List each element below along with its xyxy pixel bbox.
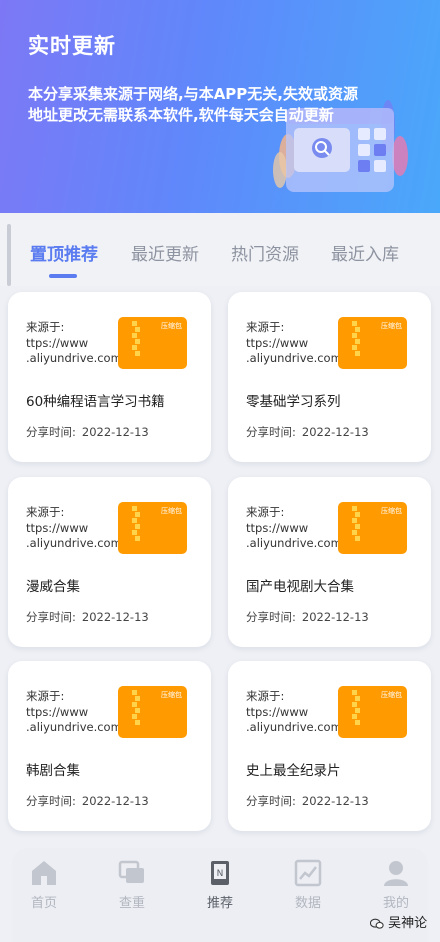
- tab-scroll-indicator: [7, 224, 11, 286]
- resource-card[interactable]: 来源于: ttps://www .aliyundrive.com 压缩包史上最全纪录片…: [228, 661, 431, 831]
- source-text: 来源于: ttps://www .aliyundrive.com: [26, 505, 122, 550]
- source-text: 来源于: ttps://www .aliyundrive.com: [26, 689, 122, 734]
- zip-archive-icon: 压缩包: [118, 317, 187, 369]
- resource-name: 国产电视剧大合集: [246, 579, 354, 595]
- zipper-icon: [132, 686, 140, 738]
- source-text: 来源于: ttps://www .aliyundrive.com: [246, 320, 342, 365]
- resource-name: 零基础学习系列: [246, 394, 341, 410]
- resource-name: 漫威合集: [26, 579, 80, 595]
- header-banner: 实时更新 本分享采集来源于网络,与本APP无关,失效或资源地址更改无需联系本软件…: [0, 0, 440, 213]
- tab-recent-update[interactable]: 最近更新: [131, 240, 199, 265]
- share-date: 分享时间: 2022-12-13: [26, 794, 149, 808]
- source-text: 来源于: ttps://www .aliyundrive.com: [26, 320, 122, 365]
- resource-name: 史上最全纪录片: [246, 763, 341, 779]
- svg-text:N: N: [217, 869, 224, 879]
- source-text: 来源于: ttps://www .aliyundrive.com: [246, 689, 342, 734]
- resource-name: 60种编程语言学习书籍: [26, 394, 165, 410]
- share-date: 分享时间: 2022-12-13: [26, 610, 149, 624]
- chart-icon: [294, 859, 322, 887]
- zipper-icon: [352, 502, 360, 554]
- duplicate-icon: [118, 860, 144, 883]
- page-title: 实时更新: [28, 34, 116, 58]
- nav-data[interactable]: 数据: [278, 858, 338, 911]
- source-text: 来源于: ttps://www .aliyundrive.com: [246, 505, 342, 550]
- user-icon: [384, 861, 408, 886]
- wechat-icon: [370, 918, 384, 929]
- zipper-icon: [132, 502, 140, 554]
- zipper-icon: [352, 317, 360, 369]
- tab-hot-resources[interactable]: 热门资源: [231, 240, 299, 265]
- tab-top-recommend[interactable]: 置顶推荐: [30, 240, 98, 265]
- resource-name: 韩剧合集: [26, 763, 80, 779]
- share-date: 分享时间: 2022-12-13: [246, 794, 369, 808]
- tab-recent-added[interactable]: 最近入库: [331, 240, 399, 265]
- zip-archive-icon: 压缩包: [338, 686, 407, 738]
- home-icon: [32, 861, 56, 885]
- nav-home[interactable]: 首页: [14, 858, 74, 911]
- share-date: 分享时间: 2022-12-13: [246, 610, 369, 624]
- recommend-icon: N: [211, 861, 229, 885]
- zipper-icon: [132, 317, 140, 369]
- header-description: 本分享采集来源于网络,与本APP无关,失效或资源地址更改无需联系本软件,软件每天…: [28, 85, 358, 124]
- resource-card[interactable]: 来源于: ttps://www .aliyundrive.com 压缩包零基础学习系列…: [228, 292, 431, 462]
- zip-archive-icon: 压缩包: [118, 686, 187, 738]
- zip-archive-icon: 压缩包: [338, 502, 407, 554]
- zip-archive-icon: 压缩包: [118, 502, 187, 554]
- nav-profile[interactable]: 我的: [366, 858, 426, 911]
- share-date: 分享时间: 2022-12-13: [246, 425, 369, 439]
- resource-card[interactable]: 来源于: ttps://www .aliyundrive.com 压缩包韩剧合集分享时…: [8, 661, 211, 831]
- resource-card[interactable]: 来源于: ttps://www .aliyundrive.com 压缩包漫威合集分享时…: [8, 477, 211, 647]
- active-tab-indicator: [49, 274, 77, 278]
- nav-duplicate-check[interactable]: 查重: [102, 858, 162, 911]
- zip-archive-icon: 压缩包: [338, 317, 407, 369]
- share-date: 分享时间: 2022-12-13: [26, 425, 149, 439]
- resource-card[interactable]: 来源于: ttps://www .aliyundrive.com 压缩包国产电视剧大合…: [228, 477, 431, 647]
- zipper-icon: [352, 686, 360, 738]
- resource-card[interactable]: 来源于: ttps://www .aliyundrive.com 压缩包 60种编程语言…: [8, 292, 211, 462]
- nav-recommend[interactable]: N 推荐: [190, 858, 250, 911]
- watermark: 吴神论: [370, 912, 427, 931]
